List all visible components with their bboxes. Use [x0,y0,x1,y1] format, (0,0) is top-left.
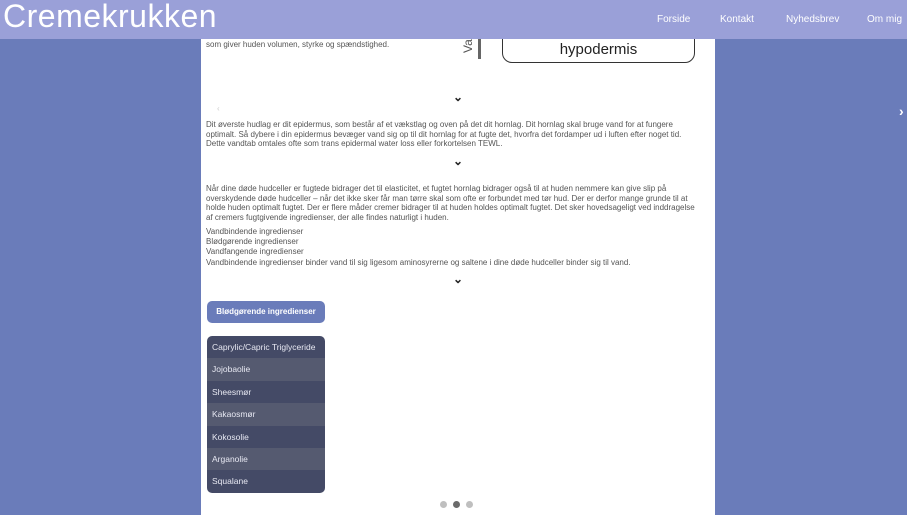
diagram-hypodermis-label: hypodermis [559,41,638,58]
ingredient-list: Caprylic/Capric Triglyceride Jojobaolie … [207,336,325,493]
site-logo[interactable]: Cremekrukken [3,0,217,35]
site-header: Cremekrukken Forside Kontakt Nyhedsbrev … [0,0,907,39]
carousel-next-icon[interactable]: › [899,103,904,119]
nav-om-mig[interactable]: Om mig [867,14,902,25]
binding-paragraph: Vandbindende ingredienser binder vand ti… [206,258,631,267]
list-item[interactable]: Squalane [207,470,325,493]
carousel-dot-1[interactable] [440,501,447,508]
carousel-dot-2[interactable] [453,501,460,508]
list-item: Blødgørende ingredienser [206,237,299,246]
diagram-side-label: Va [461,39,475,53]
small-marker: ‹ [217,104,220,113]
diagram-hypodermis-box: hypodermis [502,39,695,63]
list-item[interactable]: Kakaosmør [207,403,325,426]
list-item: Vandbindende ingredienser [206,227,304,236]
nav-nyhedsbrev[interactable]: Nyhedsbrev [786,14,839,25]
list-item[interactable]: Caprylic/Capric Triglyceride [207,336,325,359]
expand-chevron-icon[interactable]: ⌄ [451,154,465,168]
list-item[interactable]: Sheesmør [207,380,325,404]
expand-chevron-icon[interactable]: ⌄ [451,272,465,286]
list-item[interactable]: Jojobaolie [207,358,325,381]
expand-chevron-icon[interactable]: ⌄ [451,90,465,104]
list-item: Vandfangende ingredienser [206,247,304,256]
emollient-ingredients-tab[interactable]: Blødgørende ingredienser [207,301,325,323]
list-item[interactable]: Kokosolie [207,425,325,448]
list-item[interactable]: Arganolie [207,447,325,471]
diagram-bar [478,39,481,59]
epidermis-paragraph: Dit øverste hudlag er dit epidermus, som… [206,120,682,148]
moisture-paragraph: Når dine døde hudceller er fugtede bidra… [206,184,695,222]
nav-kontakt[interactable]: Kontakt [720,14,754,25]
carousel-dots [440,501,480,511]
content-panel: som giver huden volumen, styrke og spænd… [201,39,715,515]
nav-forside[interactable]: Forside [657,14,690,25]
carousel-dot-3[interactable] [466,501,473,508]
